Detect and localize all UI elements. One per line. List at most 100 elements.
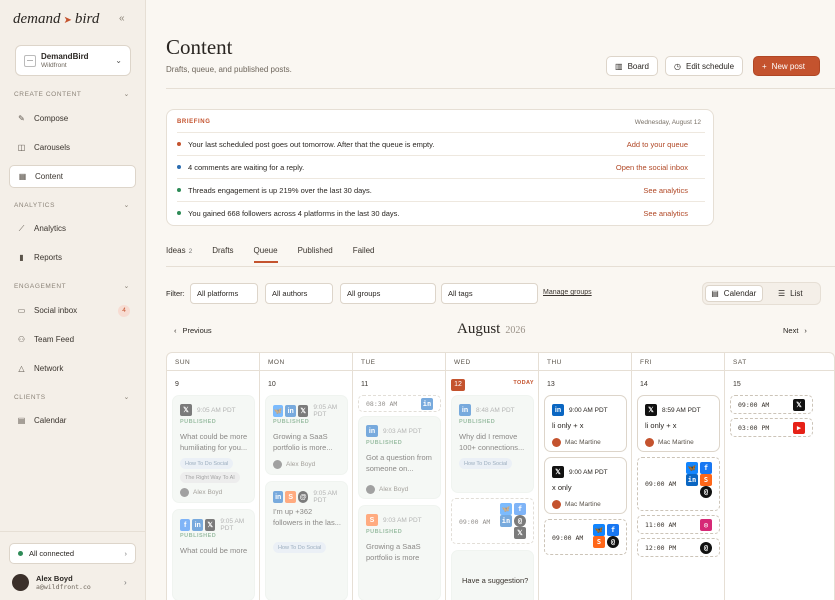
queue-slot[interactable]: 09:00 AM 🦋 f S @: [544, 519, 627, 555]
post-card[interactable]: in S @9:05 AM PDT I'm up +362 followers in…: [265, 481, 348, 600]
list-icon: ☰: [777, 289, 786, 298]
tab-ideas[interactable]: Ideas 2: [166, 246, 192, 263]
post-card[interactable]: 𝕏 9:05 AM PDT PUBLISHED What could be mor…: [172, 395, 255, 503]
post-card[interactable]: f in 𝕏 9:05 AM PDT PUBLISHED What could be …: [172, 509, 255, 600]
month-title: August 2026: [457, 321, 526, 337]
post-card[interactable]: [451, 550, 534, 600]
post-time: Alex Boyd: [379, 486, 409, 493]
day-header: SAT: [725, 353, 834, 371]
queue-slot[interactable]: 03:00 PM ▶: [730, 418, 813, 437]
chevron-left-icon: ‹: [174, 326, 177, 335]
list-view-button[interactable]: ☰ List: [763, 285, 819, 302]
sidebar-item-analytics[interactable]: ⟋ Analytics: [9, 217, 136, 240]
workspace-switcher[interactable]: — DemandBird Wildfront ⌄: [15, 45, 131, 76]
status-label: PUBLISHED: [366, 440, 403, 446]
connection-status-button[interactable]: All connected ›: [9, 543, 136, 564]
group-filter[interactable]: All groups: [340, 283, 436, 304]
sidebar-item-team-feed[interactable]: ⚇ Team Feed: [9, 328, 136, 351]
tab-drafts[interactable]: Drafts: [212, 246, 233, 263]
x-icon: 𝕏: [552, 466, 564, 478]
section-create-content[interactable]: CREATE CONTENT ⌄: [14, 91, 130, 98]
post-card[interactable]: in 8:48 AM PDT PUBLISHED Why did I remove…: [451, 395, 534, 493]
platform-filter[interactable]: All platforms: [190, 283, 258, 304]
platform-icons: 𝕏: [793, 399, 807, 411]
briefing-action-link[interactable]: See analytics: [643, 209, 688, 218]
slot-time: 11:00 AM: [645, 521, 677, 529]
tag-filter[interactable]: All tags: [441, 283, 538, 304]
linkedin-icon: in: [459, 404, 471, 416]
sidebar-item-content[interactable]: ▦ Content: [9, 165, 136, 188]
platform-icons: 🦋 f in S @: [686, 462, 714, 498]
calendar-view-button[interactable]: ▤ Calendar: [705, 285, 763, 302]
day-column-sat: SAT 15 09:00 AM 𝕏 03:00 PM ▶: [725, 353, 834, 600]
brand-logo[interactable]: demand ➤ bird: [13, 11, 99, 28]
briefing-action-link[interactable]: Add to your queue: [627, 140, 688, 149]
clock-icon: ◷: [674, 61, 681, 71]
sidebar-item-calendar[interactable]: ▤ Calendar: [9, 409, 136, 432]
post-text: Growing a SaaS portfolio is more: [366, 542, 421, 562]
facebook-icon: f: [514, 503, 526, 515]
divider: [166, 266, 835, 267]
status-label: PUBLISHED: [180, 419, 217, 425]
queue-slot[interactable]: 09:00 AM 🦋 f in S @: [637, 457, 720, 511]
collapse-sidebar-icon[interactable]: «: [119, 13, 125, 24]
post-text: Got a question from someone on...: [366, 453, 432, 473]
date-number: 11: [361, 381, 369, 388]
post-card[interactable]: 🦋 in 𝕏 9:05 AM PDT PUBLISHED Growing a SaaS…: [265, 395, 348, 475]
post-time: 9:03 AM PDT: [383, 516, 422, 524]
post-author: Mac Martine: [552, 438, 601, 447]
author-filter[interactable]: All authors: [265, 283, 333, 304]
manage-groups-link[interactable]: Manage groups: [543, 289, 592, 296]
user-menu[interactable]: Alex Boyd a@wildfront.co: [12, 574, 91, 591]
queue-slot[interactable]: 11:00 AM ◎: [637, 515, 720, 534]
day-column-tue: TUE 11 08:30 AM in in 9:03 AM PDT PUBLISHE…: [353, 353, 446, 600]
sidebar-item-social-inbox[interactable]: ▭ Social inbox 4: [9, 299, 136, 322]
chevron-down-icon: ⌄: [123, 283, 130, 290]
section-analytics[interactable]: ANALYTICS ⌄: [14, 202, 130, 209]
new-post-button[interactable]: + New post: [753, 56, 820, 76]
chevron-right-icon: ›: [124, 549, 128, 558]
chat-icon: ▭: [17, 306, 26, 315]
view-toggle: ▤ Calendar ☰ List: [702, 282, 821, 305]
previous-month-button[interactable]: ‹ Previous: [174, 326, 212, 335]
briefing-panel: BRIEFING Wednesday, August 12 Your last …: [166, 109, 714, 226]
board-button[interactable]: ▥ Board: [606, 56, 658, 76]
page-title: Content: [166, 35, 233, 59]
queue-slot[interactable]: 09:00 AM 🦋 f in @ 𝕏: [451, 498, 534, 544]
sidebar-item-network[interactable]: △ Network: [9, 357, 136, 380]
slot-time: 12:00 PM: [645, 544, 677, 552]
post-card[interactable]: in 9:00 AM PDT li only + x Mac Martine: [544, 395, 627, 452]
platform-icons: 🦋 f S @: [593, 524, 621, 548]
post-card[interactable]: 𝕏 9:00 AM PDT x only Mac Martine: [544, 457, 627, 514]
suggestion-link[interactable]: Have a suggestion?: [462, 576, 528, 585]
sidebar-item-carousels[interactable]: ◫ Carousels: [9, 136, 136, 159]
post-card[interactable]: 𝕏 8:59 AM PDT li only + x Mac Martine: [637, 395, 720, 452]
tab-queue[interactable]: Queue: [253, 246, 278, 263]
linkedin-icon: in: [285, 405, 296, 417]
today-date: 12: [451, 379, 465, 391]
sidebar-item-compose[interactable]: ✎ Compose: [9, 107, 136, 130]
queue-slot[interactable]: 09:00 AM 𝕏: [730, 395, 813, 414]
post-card[interactable]: S 9:03 AM PDT PUBLISHED Growing a SaaS po…: [358, 505, 441, 600]
section-engagement[interactable]: ENGAGEMENT ⌄: [14, 283, 130, 290]
next-month-button[interactable]: Next ›: [783, 326, 807, 335]
bluesky-icon: 🦋: [500, 503, 512, 515]
slot-time: 09:00 AM: [645, 480, 677, 488]
tab-failed[interactable]: Failed: [353, 246, 375, 263]
instagram-icon: ◎: [700, 519, 712, 531]
post-tag: How To Do Social: [180, 458, 234, 469]
platform-icons: 🦋 f in @ 𝕏: [500, 503, 528, 539]
edit-schedule-button[interactable]: ◷ Edit schedule: [665, 56, 744, 76]
post-card[interactable]: in 9:03 AM PDT PUBLISHED Got a question f…: [358, 416, 441, 499]
calendar-icon: ▤: [17, 416, 26, 425]
queue-slot[interactable]: 12:00 PM @: [637, 538, 720, 557]
avatar: [12, 574, 29, 591]
tab-published[interactable]: Published: [298, 246, 333, 263]
briefing-action-link[interactable]: See analytics: [643, 186, 688, 195]
queue-slot[interactable]: 08:30 AM in: [358, 395, 441, 412]
post-author: Mac Martine: [645, 438, 694, 447]
sidebar-item-reports[interactable]: ▮ Reports: [9, 246, 136, 269]
briefing-action-link[interactable]: Open the social inbox: [616, 163, 688, 172]
x-icon: 𝕏: [204, 519, 216, 531]
section-clients[interactable]: CLIENTS ⌄: [14, 394, 130, 401]
